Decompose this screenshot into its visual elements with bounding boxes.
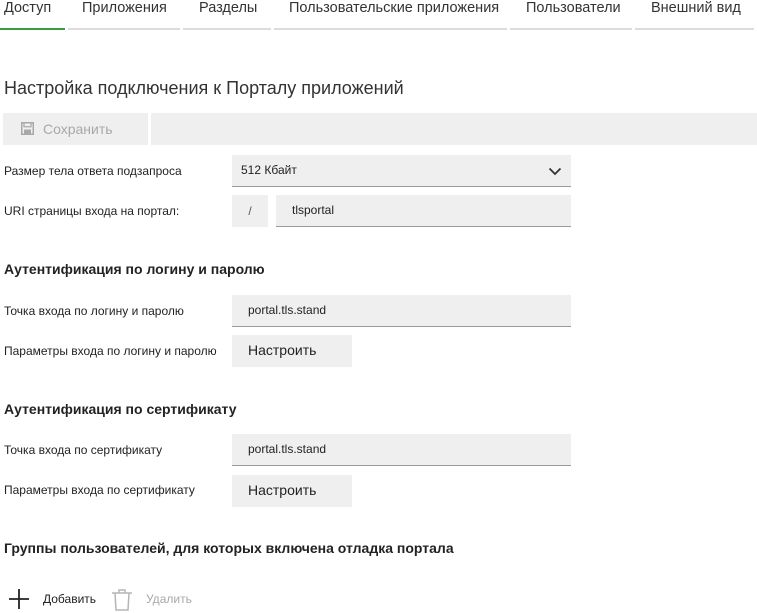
cert-params-configure-button[interactable]: Настроить: [232, 475, 352, 507]
response-size-label: Размер тела ответа подзапроса: [4, 164, 182, 178]
toolbar: Сохранить: [3, 113, 757, 145]
login-params-label: Параметры входа по логину и паролю: [4, 344, 217, 358]
floppy-disk-icon: [21, 122, 34, 135]
trash-icon: [112, 589, 132, 611]
login-entry-point-input[interactable]: portal.tls.stand: [232, 295, 571, 327]
login-entry-point-value: portal.tls.stand: [248, 303, 327, 317]
cert-params-configure-label: Настроить: [248, 482, 317, 498]
login-params-configure-label: Настроить: [248, 342, 317, 358]
cert-entry-point-label: Точка входа по сертификату: [4, 443, 163, 457]
portal-uri-label: URI страницы входа на портал:: [4, 204, 180, 218]
cert-entry-point-value: portal.tls.stand: [248, 442, 327, 456]
toolbar-spacer: [151, 113, 757, 145]
tab-sections[interactable]: Разделы: [183, 0, 271, 30]
save-button-label: Сохранить: [43, 121, 113, 137]
tab-appearance-label: Внешний вид: [651, 0, 741, 16]
login-entry-point-label: Точка входа по логину и паролю: [4, 304, 184, 318]
response-size-value: 512 Кбайт: [241, 163, 297, 177]
save-button[interactable]: Сохранить: [3, 113, 148, 145]
delete-button[interactable]: Удалить: [111, 586, 195, 612]
portal-uri-value: tlsportal: [292, 203, 335, 217]
tab-user-applications-label: Пользовательские приложения: [289, 0, 500, 16]
portal-uri-prefix: /: [232, 195, 268, 227]
cert-entry-point-input[interactable]: portal.tls.stand: [232, 434, 571, 466]
tab-users[interactable]: Пользователи: [510, 0, 632, 30]
tab-appearance[interactable]: Внешний вид: [635, 0, 754, 30]
cert-params-label: Параметры входа по сертификату: [4, 483, 195, 497]
debug-groups-heading: Группы пользователей, для которых включе…: [4, 540, 454, 556]
cert-auth-heading: Аутентификация по сертификату: [4, 401, 237, 417]
plus-icon: [9, 589, 29, 609]
response-size-select[interactable]: 512 Кбайт: [232, 155, 571, 187]
settings-page: Доступ Приложения Разделы Пользовательск…: [0, 0, 757, 613]
page-title: Настройка подключения к Порталу приложен…: [4, 78, 404, 98]
delete-button-label: Удалить: [146, 592, 192, 606]
tab-users-label: Пользователи: [526, 0, 621, 16]
tab-sections-label: Разделы: [199, 0, 258, 16]
tab-applications[interactable]: Приложения: [68, 0, 180, 30]
tab-access-label: Доступ: [4, 0, 52, 16]
login-auth-heading: Аутентификация по логину и паролю: [4, 261, 265, 277]
tab-access[interactable]: Доступ: [0, 0, 65, 30]
add-button[interactable]: Добавить: [8, 586, 100, 612]
login-params-configure-button[interactable]: Настроить: [232, 335, 352, 367]
tab-bar: Доступ Приложения Разделы Пользовательск…: [0, 0, 757, 30]
tab-applications-label: Приложения: [82, 0, 167, 16]
chevron-down-icon: [548, 167, 562, 176]
add-button-label: Добавить: [43, 592, 97, 606]
tab-user-applications[interactable]: Пользовательские приложения: [274, 0, 507, 30]
portal-uri-input[interactable]: tlsportal: [276, 195, 571, 227]
